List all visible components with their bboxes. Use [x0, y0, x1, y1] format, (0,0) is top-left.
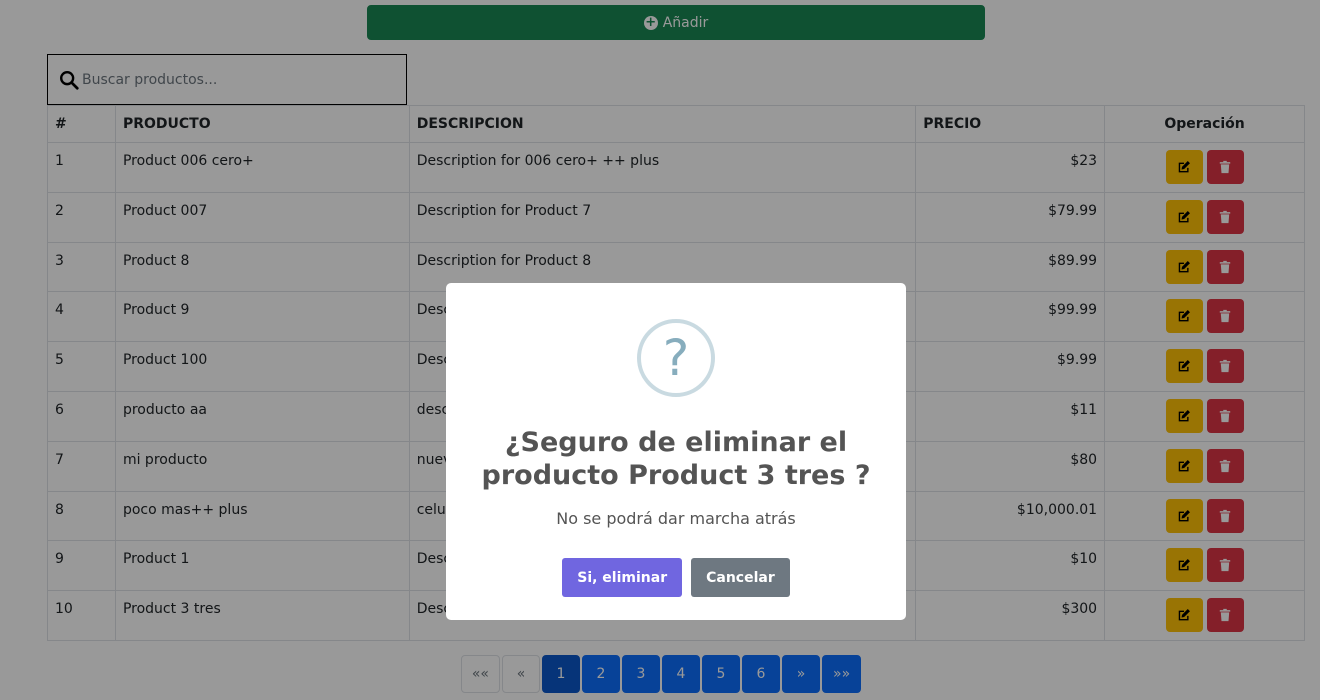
confirm-delete-dialog: ? ¿Seguro de eliminar el producto Produc… [446, 283, 906, 620]
confirm-delete-button[interactable]: Si, eliminar [562, 558, 683, 597]
dialog-actions: Si, eliminar Cancelar [446, 558, 906, 597]
dialog-text: No se podrá dar marcha atrás [556, 509, 796, 528]
question-icon: ? [637, 319, 715, 397]
cancel-button[interactable]: Cancelar [691, 558, 790, 597]
dialog-title: ¿Seguro de eliminar el producto Product … [481, 427, 871, 491]
